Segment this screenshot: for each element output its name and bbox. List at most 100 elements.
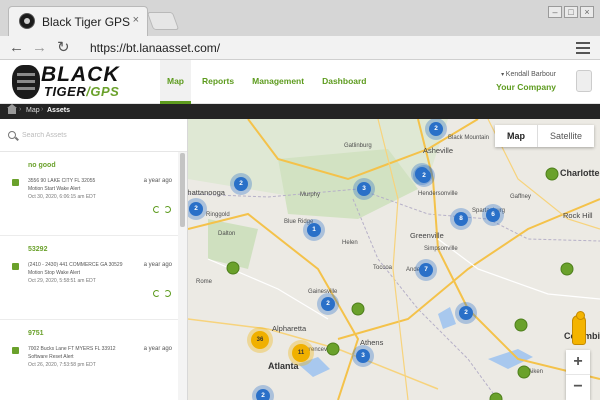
maximize-icon[interactable]: □: [564, 6, 578, 18]
map-cluster[interactable]: 2: [429, 122, 443, 136]
refresh-icon[interactable]: [153, 206, 160, 213]
reload-icon[interactable]: ↻: [57, 40, 70, 56]
map-label: Greenville: [410, 231, 444, 240]
zoom-in-button[interactable]: +: [566, 350, 590, 375]
asset-search: [0, 119, 187, 152]
logo-tiger-word: TIGER: [44, 84, 87, 99]
map-label: Murphy: [300, 192, 321, 198]
map-type-map[interactable]: Map: [495, 125, 538, 147]
window-close-icon[interactable]: ×: [580, 6, 594, 18]
asset-alert: Motion Stop Wake Alert: [28, 270, 81, 276]
map-cluster[interactable]: 3: [357, 182, 371, 196]
map-cluster[interactable]: 2: [321, 297, 335, 311]
nav-dashboard[interactable]: Dashboard: [315, 60, 373, 104]
asset-card[interactable]: no good 3556 90 LAKE CITY FL 32055 Motio…: [0, 152, 178, 236]
asset-ago: a year ago: [143, 262, 172, 268]
map-cluster[interactable]: 1: [307, 223, 321, 237]
map-cluster[interactable]: 11: [292, 344, 310, 362]
map-label: Alpharetta: [272, 324, 307, 333]
nav-reports[interactable]: Reports: [195, 60, 241, 104]
favicon-icon: [19, 13, 35, 29]
asset-ago: a year ago: [143, 178, 172, 184]
map-cluster[interactable]: 8: [454, 212, 468, 226]
asset-cube-icon: [12, 347, 19, 354]
browser-menu-icon[interactable]: [576, 42, 590, 54]
map-label: Gainesville: [308, 289, 338, 295]
map-label: Dalton: [218, 231, 236, 237]
search-input[interactable]: [22, 128, 172, 142]
history-icon[interactable]: [164, 206, 171, 213]
map-label: Charlotte: [560, 168, 600, 178]
map-type-satellite[interactable]: Satellite: [538, 125, 594, 147]
nav-map[interactable]: Map: [160, 60, 191, 104]
map-base: [188, 119, 600, 400]
asset-card[interactable]: 9751 7002 Bucks Lane FT MYERS FL 33912 S…: [0, 320, 178, 400]
logo-gps-word: /GPS: [86, 84, 120, 99]
asset-cube-icon: [12, 263, 19, 270]
map-label: Black Mountain: [448, 135, 490, 141]
map-label: Helen: [342, 240, 358, 246]
user-avatar[interactable]: [576, 70, 592, 92]
map-cluster[interactable]: 2: [189, 202, 203, 216]
url-field[interactable]: https://bt.lanaasset.com/: [90, 41, 220, 55]
map-label: Chattanooga: [188, 188, 225, 197]
history-icon[interactable]: [164, 290, 171, 297]
asset-time: Oct 29, 2020, 5:58:51 am EDT: [28, 278, 96, 284]
breadcrumb-separator: ›: [41, 106, 44, 113]
asset-card[interactable]: 53292 (2410 - 2430) 441 COMMERCE GA 3052…: [0, 236, 178, 320]
map-cluster[interactable]: 2: [459, 306, 473, 320]
map-cluster[interactable]: 3: [356, 349, 370, 363]
map-label: Asheville: [423, 146, 454, 155]
map-cluster[interactable]: 2: [417, 169, 431, 183]
map-cluster[interactable]: 2: [256, 389, 270, 400]
map-cluster[interactable]: 2: [234, 177, 248, 191]
asset-time: Oct 30, 2020, 6:06:15 am EDT: [28, 194, 96, 200]
map-cluster[interactable]: 7: [419, 263, 433, 277]
asset-ago: a year ago: [143, 346, 172, 352]
map-label: Gaffney: [510, 194, 531, 200]
forward-arrow-icon[interactable]: →: [32, 40, 47, 56]
tiger-logo-icon: [12, 65, 40, 99]
map-view[interactable]: Chattanooga Ringgold Dalton Murphy Blue …: [188, 119, 600, 400]
breadcrumb-assets: Assets: [47, 107, 70, 114]
app-header: BLACK TIGER/GPS Map Reports Management D…: [0, 60, 600, 104]
zoom-out-button[interactable]: −: [566, 375, 590, 400]
map-cluster[interactable]: 36: [251, 331, 269, 349]
map-cluster[interactable]: 6: [486, 208, 500, 222]
minimize-icon[interactable]: –: [548, 6, 562, 18]
tab-title: Black Tiger GPS: [42, 15, 131, 29]
map-label: Rome: [196, 279, 213, 285]
browser-tab[interactable]: Black Tiger GPS ×: [8, 6, 148, 36]
breadcrumb-map[interactable]: Map: [26, 107, 40, 114]
new-tab-button[interactable]: [146, 12, 180, 30]
asset-time: Oct 26, 2020, 7:53:58 pm EDT: [28, 362, 96, 368]
address-bar: ← → ↻ https://bt.lanaasset.com/: [0, 36, 600, 60]
refresh-icon[interactable]: [153, 290, 160, 297]
map-type-toggle: Map Satellite: [495, 125, 595, 147]
map-label: Athens: [360, 338, 384, 347]
home-icon[interactable]: [7, 104, 17, 114]
search-icon: [8, 131, 16, 139]
breadcrumb-separator: ›: [19, 106, 22, 113]
asset-alert: Software Reset Alert: [28, 354, 74, 360]
asset-name[interactable]: 53292: [28, 246, 47, 253]
asset-name[interactable]: no good: [28, 162, 56, 169]
map-label: Rock Hill: [563, 211, 593, 220]
main-nav: Map Reports Management Dashboard: [160, 60, 378, 104]
asset-cube-icon: [12, 179, 19, 186]
asset-name[interactable]: 9751: [28, 330, 44, 337]
map-label: Ringgold: [206, 212, 230, 218]
map-label: Aiken: [528, 369, 544, 375]
company-name: Your Company: [496, 82, 556, 92]
map-label: Hendersonville: [418, 191, 458, 197]
back-arrow-icon[interactable]: ←: [9, 40, 24, 56]
close-tab-icon[interactable]: ×: [133, 14, 139, 26]
breadcrumb: › Map › Assets: [0, 104, 600, 119]
user-menu[interactable]: Kendall Barbour: [501, 71, 556, 78]
zoom-control: + −: [566, 350, 590, 400]
street-view-pegman-icon[interactable]: [572, 311, 586, 345]
asset-address: (2410 - 2430) 441 COMMERCE GA 30529: [28, 262, 123, 268]
sidebar-scroll-thumb[interactable]: [180, 153, 185, 227]
nav-management[interactable]: Management: [245, 60, 311, 104]
asset-address: 7002 Bucks Lane FT MYERS FL 33912: [28, 346, 116, 352]
